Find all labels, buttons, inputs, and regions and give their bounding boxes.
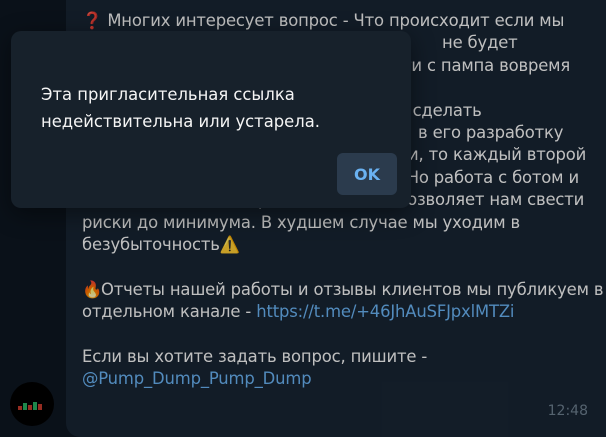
dialog-message-line: недействительна или устарела.: [41, 112, 320, 131]
ok-button[interactable]: OK: [337, 153, 397, 195]
dialog-message-line: Эта пригласительная ссылка: [41, 85, 295, 104]
dialog-message: Эта пригласительная ссылка недействитель…: [41, 81, 391, 135]
invalid-invite-dialog: Эта пригласительная ссылка недействитель…: [11, 31, 411, 208]
